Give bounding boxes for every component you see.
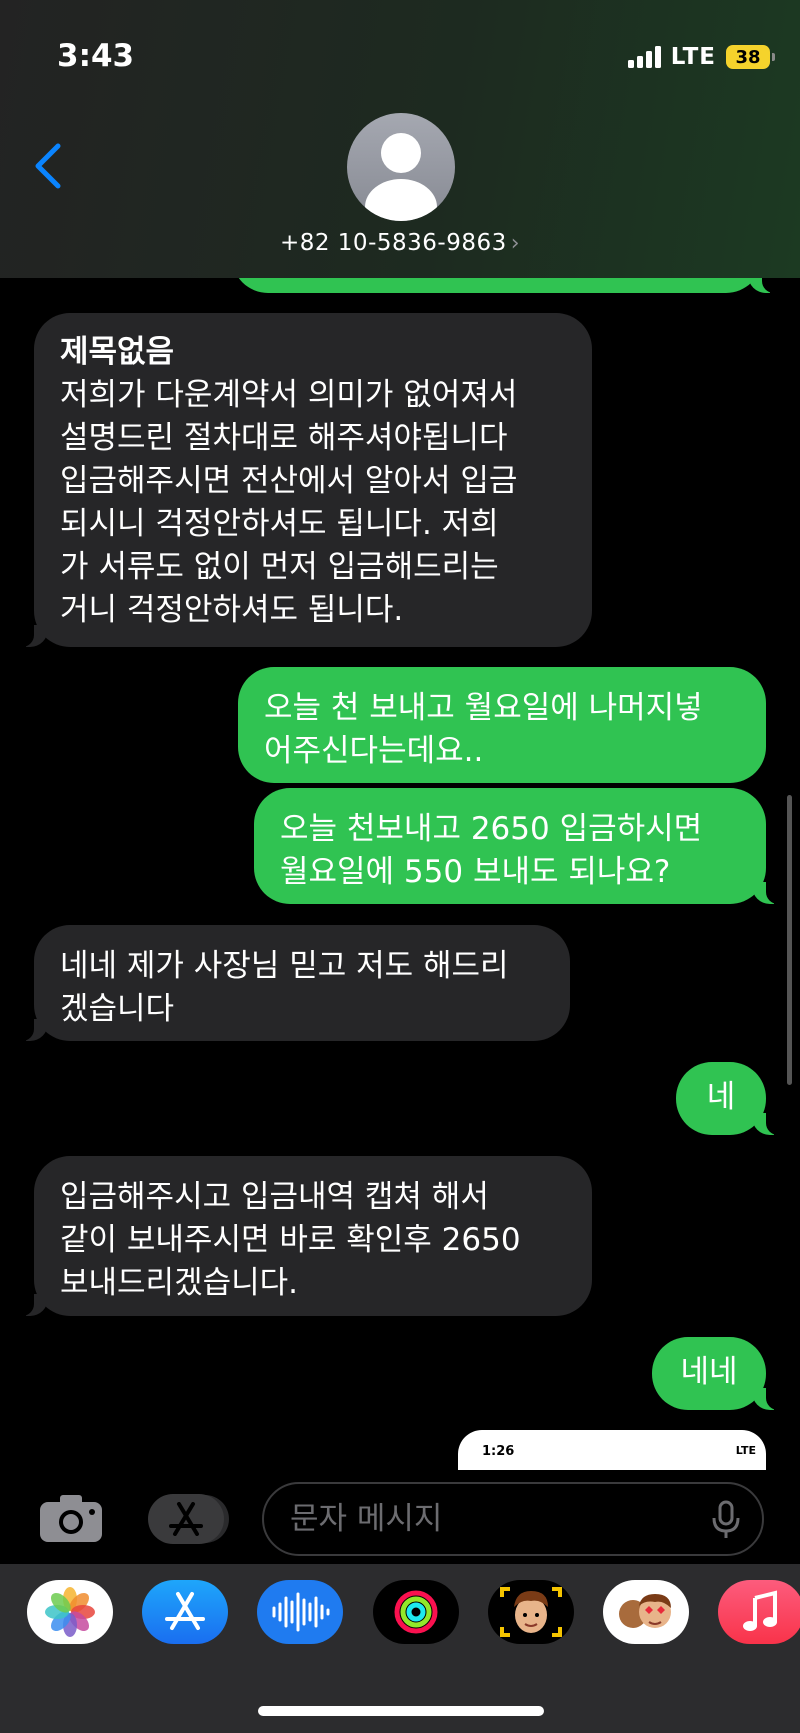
message-line: 거니 걱정안하셔도 됩니다.: [60, 592, 404, 628]
message-line: 입금해주시면 전산에서 알아서 입금: [60, 463, 518, 499]
message-line: 같이 보내주시면 바로 확인후 2650: [60, 1222, 521, 1258]
message-bubble-outgoing[interactable]: 네: [676, 1062, 788, 1135]
memoji-app-button[interactable]: [488, 1580, 574, 1644]
battery-icon: 38: [726, 45, 775, 69]
audio-message-icon: [272, 1592, 330, 1632]
message-line: 되시니 걱정안하셔도 됩니다. 저희: [60, 506, 499, 542]
composer-bar: [0, 1470, 800, 1564]
message-bubble-incoming[interactable]: 입금해주시고 입금내역 캡쳐 해서 같이 보내주시면 바로 확인후 2650 보…: [12, 1156, 592, 1316]
back-button[interactable]: [30, 142, 64, 194]
contact-number: +82 10-5836-9863: [279, 230, 507, 256]
home-indicator[interactable]: [258, 1706, 544, 1716]
network-label: LTE: [670, 44, 716, 70]
activity-icon: [394, 1590, 438, 1634]
attachment-status: LTE: [735, 1444, 756, 1457]
microphone-icon: [712, 1500, 740, 1538]
message-line: 어주신다는데요..: [264, 733, 484, 769]
attachment-time: 1:26: [482, 1444, 515, 1459]
apps-button[interactable]: [148, 1494, 224, 1544]
message-bubble-incoming[interactable]: 네네 제가 사장님 믿고 저도 해드리 겠습니다: [12, 925, 570, 1041]
memoji-stickers-icon: [619, 1594, 671, 1628]
photos-app-button[interactable]: [27, 1580, 113, 1644]
message-bubble-outgoing[interactable]: 네네: [652, 1337, 788, 1410]
audio-message-app-button[interactable]: [257, 1580, 343, 1644]
message-line: 겠습니다: [60, 991, 175, 1027]
message-line: 오늘 천 보내고 월요일에 나머지넣: [264, 690, 703, 726]
contact-name[interactable]: +82 10-5836-9863 ›: [0, 230, 800, 256]
message-line: 네: [706, 1079, 736, 1115]
message-input[interactable]: [262, 1482, 764, 1556]
photos-icon: [45, 1587, 95, 1637]
music-icon: [743, 1590, 777, 1631]
message-line: 가 서류도 없이 먼저 입금해드리는: [60, 549, 499, 585]
message-bubble-incoming[interactable]: 제목없음 저희가 다운계약서 의미가 없어져서 설명드린 절차대로 해주셔야됩니…: [12, 313, 592, 647]
app-store-app-button[interactable]: [142, 1580, 228, 1644]
dictation-button[interactable]: [710, 1500, 742, 1544]
status-time: 3:43: [57, 38, 135, 74]
app-store-icon: [165, 1592, 205, 1630]
signal-icon: [627, 46, 661, 68]
message-line: 설명드린 절차대로 해주셔야됩니다: [60, 420, 508, 456]
camera-button[interactable]: [38, 1492, 104, 1548]
memoji-icon: [500, 1587, 562, 1637]
message-line: 오늘 천보내고 2650 입금하시면: [280, 811, 703, 847]
chevron-right-icon: ›: [510, 231, 521, 256]
chevron-left-icon: [35, 143, 61, 189]
message-line: 네네 제가 사장님 믿고 저도 해드리: [60, 948, 509, 984]
message-line: 입금해주시고 입금내역 캡쳐 해서: [60, 1179, 489, 1215]
message-line: 저희가 다운계약서 의미가 없어져서: [60, 377, 518, 413]
message-bubble-outgoing[interactable]: 오늘 천 보내고 월요일에 나머지넣 어주신다는데요..: [238, 667, 766, 783]
memoji-stickers-app-button[interactable]: [603, 1580, 689, 1644]
camera-icon: [40, 1495, 102, 1542]
message-bubble-outgoing[interactable]: 오늘 천보내고 2650 입금하시면 월요일에 550 보내도 되나요?: [254, 788, 788, 904]
message-subject: 제목없음: [60, 334, 175, 370]
music-app-button[interactable]: [718, 1580, 800, 1644]
message-line: 네네: [680, 1354, 738, 1390]
imessage-app-strip: [0, 1564, 800, 1733]
status-indicators: LTE 38: [627, 44, 775, 70]
message-line: 보내드리겠습니다.: [60, 1265, 299, 1301]
app-store-icon: [169, 1502, 203, 1536]
contact-avatar[interactable]: [347, 113, 455, 221]
person-icon: [365, 133, 437, 221]
activity-app-button[interactable]: [373, 1580, 459, 1644]
scrollbar[interactable]: [787, 795, 792, 1085]
screenshot-attachment[interactable]: 1:26 LTE: [458, 1430, 766, 1470]
message-line: 월요일에 550 보내도 되나요?: [280, 854, 671, 890]
conversation-header: 3:43 LTE 38 +82 10-5836-9863 ›: [0, 0, 800, 278]
